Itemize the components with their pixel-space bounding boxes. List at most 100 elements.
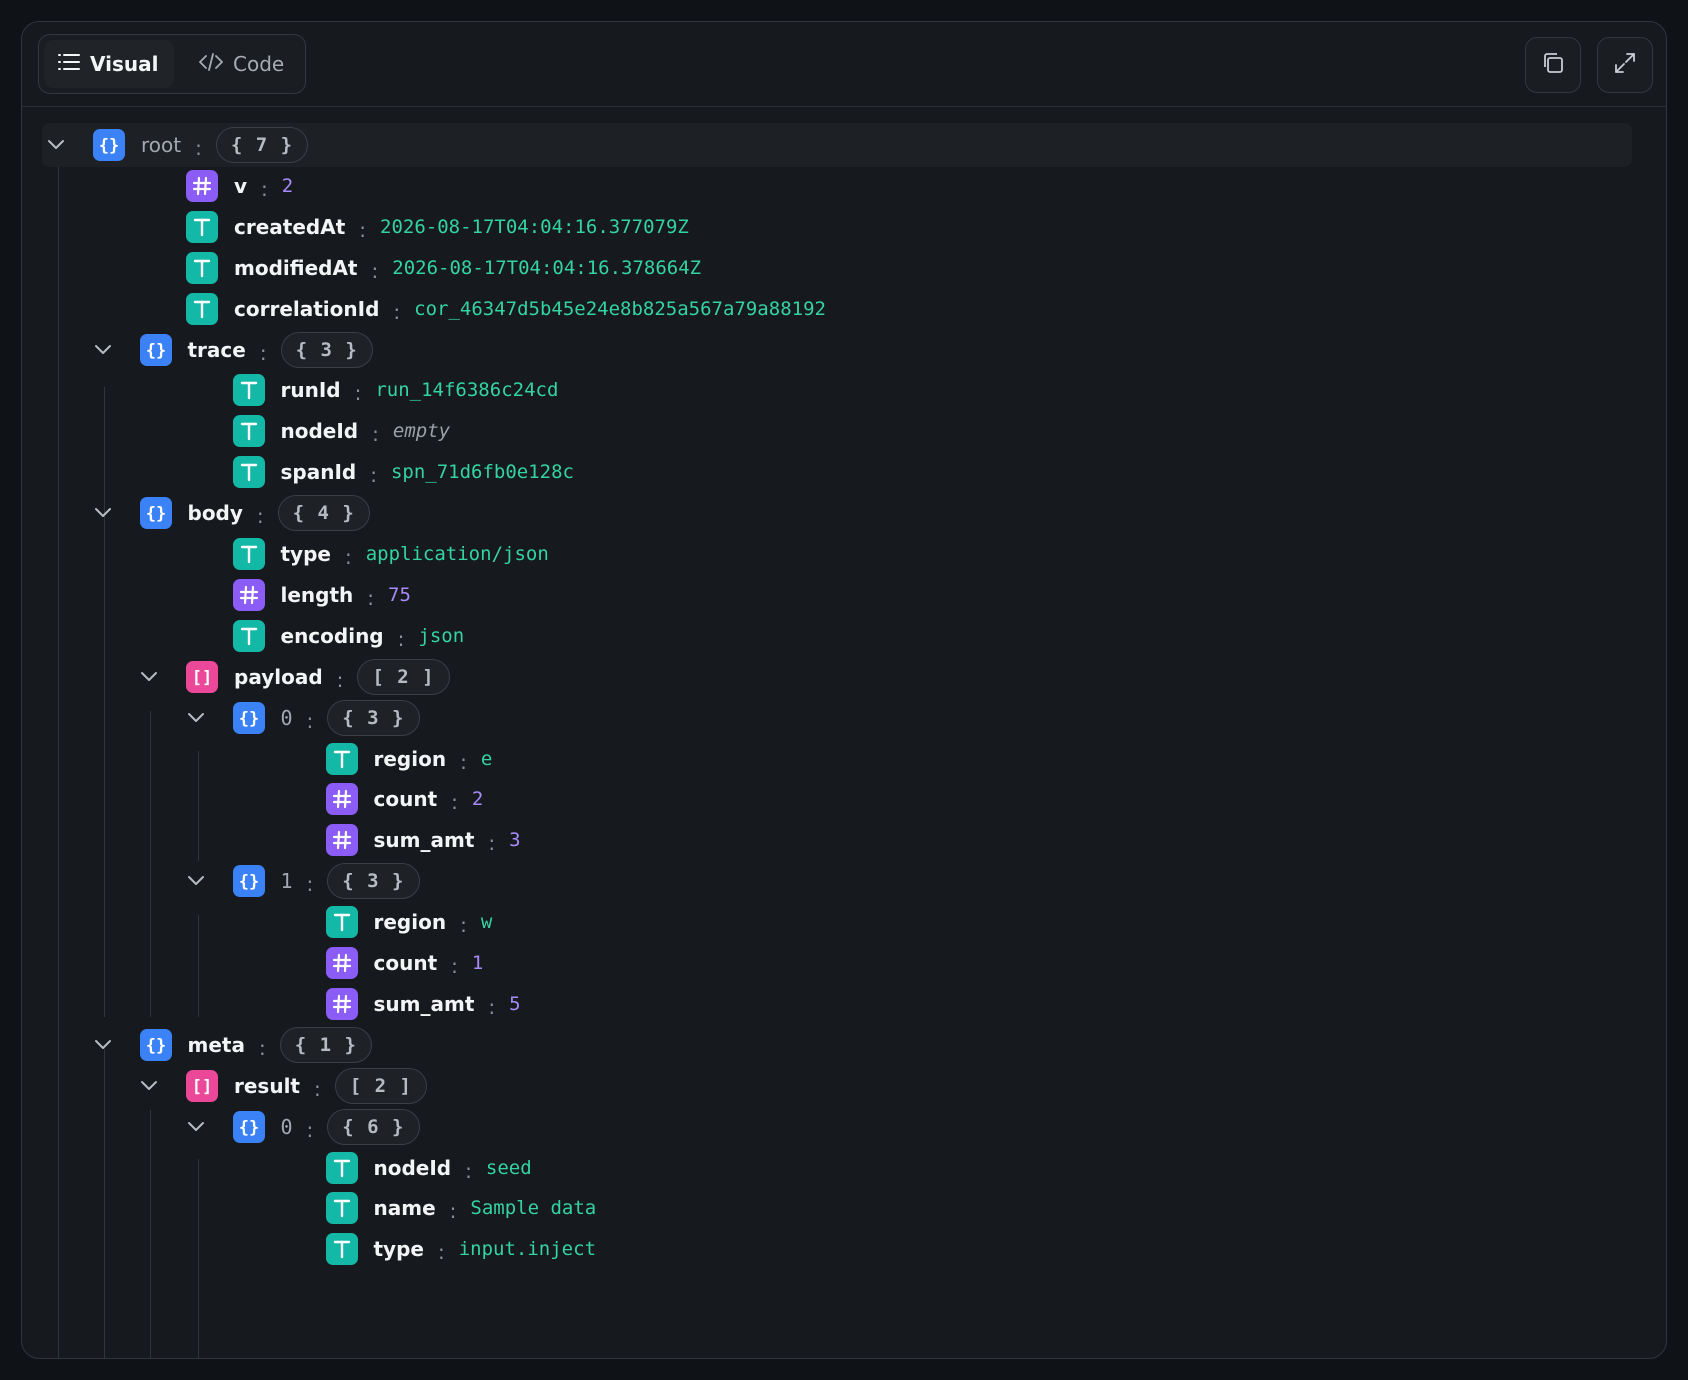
tree-row[interactable]: nodeId: seed	[325, 1148, 532, 1188]
tree-row[interactable]: type: application/json	[232, 534, 549, 574]
tree-guide-line	[150, 1110, 151, 1358]
tree-row[interactable]: nodeId: empty	[232, 411, 450, 451]
number-value: 2	[471, 788, 484, 811]
chevron-down-icon[interactable]	[138, 666, 160, 688]
tree-guide-line	[58, 167, 59, 1358]
tree-row[interactable]: region: e	[325, 739, 493, 779]
object-type-icon: {}	[232, 701, 265, 734]
view-mode-toggle: Visual Code	[38, 34, 306, 94]
svg-text:{}: {}	[145, 341, 165, 361]
tree-row[interactable]: [] payload: [ 2 ]	[138, 657, 450, 697]
child-count-badge: { 1 }	[279, 1026, 372, 1063]
tree-row[interactable]: encoding: json	[232, 616, 464, 656]
string-value: Sample data	[470, 1197, 597, 1220]
expand-button[interactable]	[1597, 37, 1653, 93]
svg-text:{}: {}	[238, 1118, 258, 1138]
tree-row[interactable]: {} root: { 7 }	[45, 125, 309, 165]
chevron-down-icon[interactable]	[92, 339, 114, 361]
chevron-down-icon[interactable]	[92, 1034, 114, 1056]
tree-row[interactable]: {} meta: { 1 }	[92, 1025, 372, 1065]
string-value: e	[480, 747, 493, 770]
tree-row[interactable]: {} 1: { 3 }	[185, 861, 420, 901]
node-key: name	[373, 1196, 436, 1221]
tree-row[interactable]: name: Sample data	[325, 1188, 597, 1228]
object-type-icon: {}	[232, 865, 265, 898]
tree-row[interactable]: {} 0: { 3 }	[185, 698, 420, 738]
tree-row[interactable]: v:2	[186, 166, 293, 206]
string-type-icon	[325, 1151, 358, 1184]
tree-row[interactable]: modifiedAt:2026-08-17T04:04:16.378664Z	[186, 248, 701, 288]
string-type-icon	[232, 619, 265, 652]
chevron-down-icon[interactable]	[185, 1116, 207, 1138]
tree-row[interactable]: type: input.inject	[325, 1229, 597, 1269]
string-type-icon	[232, 415, 265, 448]
chevron-down-icon[interactable]	[92, 502, 114, 524]
key-value-separator: :	[354, 381, 362, 406]
key-value-separator: :	[259, 340, 267, 365]
array-type-icon: []	[186, 660, 218, 693]
chevron-down-icon[interactable]	[45, 134, 67, 156]
key-value-separator: :	[451, 954, 458, 978]
string-value: cor_46347d5b45e24e8b825a567a79a88192	[414, 297, 826, 320]
chevron-down-icon[interactable]	[138, 1075, 160, 1097]
copy-button[interactable]	[1525, 37, 1581, 93]
tree-row[interactable]: [] result: [ 2 ]	[138, 1066, 427, 1106]
tree-guide-line	[198, 915, 199, 1017]
node-key: type	[280, 542, 331, 566]
tree-guide-line	[104, 1049, 105, 1358]
node-key: result	[234, 1073, 300, 1098]
node-key: createdAt	[234, 214, 346, 239]
svg-text:[]: []	[192, 668, 212, 688]
chevron-down-icon[interactable]	[185, 870, 207, 892]
node-key: nodeId	[373, 1155, 452, 1180]
tree-row[interactable]: {} body: { 4 }	[92, 493, 370, 533]
tree-row[interactable]: sum_amt:3	[325, 820, 521, 860]
tree-row[interactable]: runId: run_14f6386c24cd	[232, 370, 559, 410]
node-key: length	[280, 582, 354, 607]
object-type-icon: {}	[139, 497, 172, 530]
string-type-icon	[325, 1233, 358, 1266]
node-key: 0	[280, 705, 293, 730]
tree-row[interactable]: createdAt:2026-08-17T04:04:16.377079Z	[186, 207, 689, 247]
child-count-badge: { 6 }	[327, 1108, 420, 1145]
chevron-down-icon[interactable]	[185, 707, 207, 729]
visual-tab[interactable]: Visual	[44, 40, 174, 88]
number-value: 75	[388, 583, 411, 606]
key-value-separator: :	[488, 994, 496, 1019]
key-value-separator: :	[371, 258, 379, 283]
tree-row[interactable]: count:2	[325, 779, 484, 819]
key-value-separator: :	[449, 1199, 457, 1224]
tree-row[interactable]: {} 0: { 6 }	[185, 1107, 420, 1147]
node-key: encoding	[280, 623, 384, 648]
string-type-icon	[325, 1192, 358, 1225]
string-value: seed	[485, 1156, 532, 1179]
string-value: input.inject	[458, 1238, 597, 1261]
code-tab-label: Code	[233, 52, 285, 76]
tree-row[interactable]: correlationId: cor_46347d5b45e24e8b825a56…	[186, 289, 826, 329]
key-value-separator: :	[460, 913, 467, 938]
tree-row[interactable]: sum_amt:5	[325, 984, 521, 1024]
tree-guide-line	[198, 751, 199, 861]
node-key: body	[187, 501, 243, 526]
key-value-separator: :	[460, 749, 467, 774]
string-value: application/json	[365, 543, 549, 565]
tree-row[interactable]: count:1	[325, 943, 483, 983]
node-key: nodeId	[280, 419, 359, 444]
tree-row[interactable]: spanId: spn_71d6fb0e128c	[232, 452, 574, 492]
key-value-separator: :	[488, 831, 496, 856]
child-count-badge: [ 2 ]	[357, 658, 450, 695]
string-value: run_14f6386c24cd	[375, 379, 559, 402]
number-value: 3	[509, 829, 521, 852]
child-count-badge: { 3 }	[280, 331, 373, 368]
code-tab[interactable]: Code	[185, 40, 295, 88]
child-count-badge: { 3 }	[327, 699, 420, 736]
key-value-separator: :	[306, 1117, 314, 1142]
node-key: runId	[280, 378, 341, 403]
key-value-separator: :	[465, 1158, 472, 1183]
string-type-icon	[232, 374, 265, 407]
string-type-icon	[232, 538, 265, 570]
tree-row[interactable]: region: w	[325, 902, 492, 942]
tree-row[interactable]: length:75	[232, 575, 411, 615]
node-key: sum_amt	[373, 991, 475, 1016]
tree-row[interactable]: {} trace: { 3 }	[92, 330, 373, 370]
